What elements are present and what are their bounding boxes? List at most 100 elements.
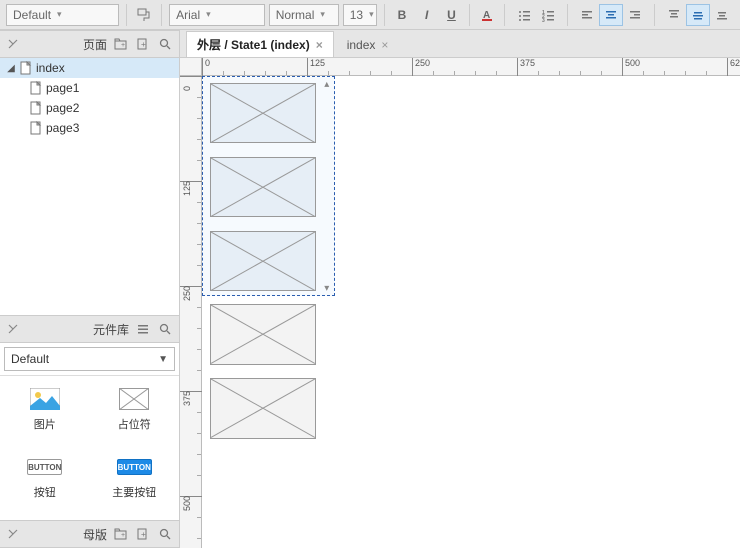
editor-area: 外层 / State1 (index) × index × 0125250375… [180,30,740,548]
separator [504,4,505,26]
font-size-dropdown[interactable]: 13 ▾ [343,4,377,26]
chevron-down-icon: ▾ [369,9,374,20]
masters-panel-title: 母版 [83,526,107,543]
tab-state1[interactable]: 外层 / State1 (index) × [186,31,334,57]
svg-text:+: + [121,42,125,49]
page-row-page1[interactable]: page1 [0,78,179,98]
canvas-wrap: 0125250375500625 0125250375500 ▴▾ [180,58,740,548]
ruler-tick: 250 [412,58,430,76]
collapse-icon[interactable] [6,527,20,541]
page-icon [30,81,42,95]
placeholder-widget[interactable] [210,378,316,438]
page-label: index [36,61,65,75]
page-icon [20,61,32,75]
separator [567,4,568,26]
close-icon[interactable]: × [381,38,388,52]
placeholder-widget[interactable] [210,231,316,291]
add-page-icon[interactable]: + [135,36,151,52]
style-dropdown[interactable]: Default ▾ [6,4,119,26]
pages-panel-header: 页面 + + [0,30,179,58]
page-row-page2[interactable]: page2 [0,98,179,118]
bold-button[interactable]: B [392,4,413,26]
svg-text:+: + [141,40,146,49]
svg-text:3: 3 [542,18,545,22]
valign-middle-button[interactable] [686,4,710,26]
paint-format-button[interactable] [134,4,155,26]
page-label: page2 [46,101,79,115]
ruler-horizontal: 0125250375500625 [202,58,740,76]
chevron-down-icon: ▾ [57,9,62,20]
add-master-icon[interactable]: + [135,526,151,542]
pages-panel-title: 页面 [83,36,107,53]
tab-label: 外层 / State1 (index) [197,36,310,53]
primary-button-icon: BUTTON [119,456,149,478]
valign-top-button[interactable] [662,4,686,26]
search-icon[interactable] [157,526,173,542]
italic-button[interactable]: I [416,4,437,26]
page-label: page3 [46,121,79,135]
style-dropdown-value: Default [13,8,51,22]
placeholder-widget[interactable] [210,157,316,217]
font-dropdown[interactable]: Arial ▾ [169,4,265,26]
valign-bottom-button[interactable] [710,4,734,26]
add-folder-icon[interactable]: + [113,526,129,542]
separator [469,4,470,26]
scroll-up-icon[interactable]: ▴ [322,79,332,89]
ruler-corner [180,58,202,76]
svg-text:+: + [141,530,146,539]
tab-label: index [347,38,376,52]
svg-text:+: + [121,532,125,539]
editor-tabs: 外层 / State1 (index) × index × [180,30,740,58]
separator [126,4,127,26]
library-item-image[interactable]: 图片 [0,380,90,448]
bullet-list-button[interactable] [512,4,536,26]
align-right-button[interactable] [623,4,647,26]
library-set-dropdown[interactable]: Default ▼ [4,347,175,371]
numbered-list-button[interactable]: 123 [536,4,560,26]
page-label: page1 [46,81,79,95]
chevron-down-icon: ▾ [206,9,211,20]
page-row-page3[interactable]: page3 [0,118,179,138]
canvas[interactable]: ▴▾ [202,76,740,548]
ruler-tick: 125 [180,181,202,192]
caret-down-icon[interactable]: ◢ [6,63,16,74]
text-color-button[interactable]: A [477,4,498,26]
close-icon[interactable]: × [316,38,323,52]
page-icon [30,121,42,135]
ruler-tick: 500 [622,58,640,76]
library-panel-header: 元件库 [0,315,179,343]
library-panel-title: 元件库 [93,321,129,338]
tab-index[interactable]: index × [336,31,400,57]
image-icon [30,388,60,410]
placeholder-widget[interactable] [210,304,316,364]
align-left-button[interactable] [575,4,599,26]
add-folder-icon[interactable]: + [113,36,129,52]
ruler-tick: 0 [202,58,210,76]
library-set-value: Default [11,352,49,366]
separator [654,4,655,26]
font-weight-dropdown[interactable]: Normal ▾ [269,4,339,26]
library-item-placeholder[interactable]: 占位符 [90,380,180,448]
search-icon[interactable] [157,321,173,337]
scroll-down-icon[interactable]: ▾ [322,283,332,293]
align-center-button[interactable] [599,4,623,26]
pages-tree: ◢ index page1 page2 page3 [0,58,179,138]
ruler-tick: 250 [180,286,202,297]
menu-icon[interactable] [135,321,151,337]
page-row-index[interactable]: ◢ index [0,58,179,78]
button-icon: BUTTON [30,456,60,478]
ruler-tick: 500 [180,496,202,507]
search-icon[interactable] [157,36,173,52]
library-grid: 图片 占位符 BUTTON 按钮 [0,375,179,520]
ruler-tick: 0 [180,76,202,87]
library-item-label: 主要按钮 [112,484,156,500]
underline-button[interactable]: U [441,4,462,26]
collapse-icon[interactable] [6,37,20,51]
library-item-label: 占位符 [118,416,151,432]
library-item-primary-button[interactable]: BUTTON 主要按钮 [90,448,180,516]
library-item-button[interactable]: BUTTON 按钮 [0,448,90,516]
font-size-value: 13 [350,8,363,22]
placeholder-widget[interactable] [210,83,316,143]
collapse-icon[interactable] [6,322,20,336]
ruler-tick: 625 [727,58,740,76]
